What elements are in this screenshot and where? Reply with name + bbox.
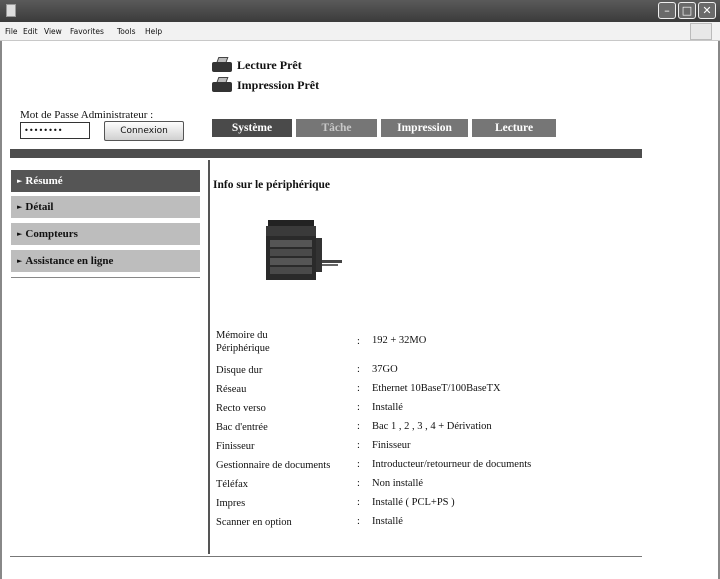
close-button[interactable]: ✕ <box>698 2 716 19</box>
info-colon: : <box>357 440 360 451</box>
info-value: Bac 1 , 2 , 3 , 4 + Dérivation <box>372 421 492 432</box>
maximize-button[interactable]: □ <box>678 2 696 19</box>
status-lecture: Lecture Prêt <box>212 56 302 74</box>
app-icon <box>6 4 16 17</box>
info-value: Non installé <box>372 478 424 489</box>
sidebar-item-label: Résumé <box>25 175 63 187</box>
menu-file[interactable]: File <box>5 27 18 36</box>
login-button[interactable]: Connexion <box>104 121 184 141</box>
info-value: Finisseur <box>372 440 411 451</box>
info-colon: : <box>357 336 360 347</box>
info-colon: : <box>357 383 360 394</box>
info-label: Impres <box>216 498 246 509</box>
sidebar-item-assistance[interactable]: ► Assistance en ligne <box>11 250 200 272</box>
sidebar-item-resume[interactable]: ► Résumé <box>11 170 200 192</box>
menu-help[interactable]: Help <box>145 27 162 36</box>
info-label: Scanner en option <box>216 517 292 528</box>
info-value: Ethernet 10BaseT/100BaseTX <box>372 383 501 394</box>
password-input[interactable]: •••••••• <box>20 122 90 139</box>
info-colon: : <box>357 478 360 489</box>
info-value: Installé ( PCL+PS ) <box>372 497 455 508</box>
printer-icon <box>212 77 232 93</box>
header-divider-bar <box>10 149 642 158</box>
menubar: File Edit View Favorites Tools Help <box>0 22 720 41</box>
info-colon: : <box>357 459 360 470</box>
arrow-right-icon: ► <box>17 230 23 238</box>
info-colon: : <box>357 402 360 413</box>
info-label: Recto verso <box>216 403 266 414</box>
menu-edit[interactable]: Edit <box>23 27 38 36</box>
status-impression-text: Impression Prêt <box>237 77 320 92</box>
status-impression: Impression Prêt <box>212 76 319 94</box>
arrow-right-icon: ► <box>17 257 23 265</box>
arrow-right-icon: ► <box>17 203 23 211</box>
sidebar-item-compteurs[interactable]: ► Compteurs <box>11 223 200 245</box>
info-label: Mémoire du Périphérique <box>216 330 270 354</box>
footer-divider <box>10 556 642 557</box>
info-colon: : <box>357 421 360 432</box>
sidebar-item-label: Assistance en ligne <box>25 255 114 267</box>
info-colon: : <box>357 364 360 375</box>
tab-impression[interactable]: Impression <box>381 119 468 137</box>
info-value: Installé <box>372 402 403 413</box>
window-titlebar: – □ ✕ <box>0 0 720 22</box>
arrow-right-icon: ► <box>17 177 23 185</box>
info-value: 192 + 32MO <box>372 335 427 346</box>
info-value: Introducteur/retourneur de documents <box>372 459 532 470</box>
scanner-icon <box>212 57 232 73</box>
sidebar-item-label: Détail <box>25 201 54 213</box>
copier-device-image <box>266 220 342 280</box>
info-label: Téléfax <box>216 479 249 490</box>
info-label: Disque dur <box>216 365 263 376</box>
info-label: Bac d'entrée <box>216 422 268 433</box>
sidebar-item-label: Compteurs <box>25 228 78 240</box>
page-title: Info sur le périphérique <box>213 179 331 191</box>
info-label: Réseau <box>216 384 247 395</box>
minimize-button[interactable]: – <box>658 2 676 19</box>
menu-tools[interactable]: Tools <box>117 27 135 36</box>
tab-tache[interactable]: Tâche <box>296 119 377 137</box>
status-lecture-text: Lecture Prêt <box>237 57 302 72</box>
info-colon: : <box>357 497 360 508</box>
sidebar-divider <box>11 277 200 278</box>
tab-systeme[interactable]: Système <box>212 119 292 137</box>
browser-logo-icon <box>690 23 712 40</box>
info-label: Gestionnaire de documents <box>216 460 331 471</box>
info-colon: : <box>357 516 360 527</box>
tab-lecture[interactable]: Lecture <box>472 119 556 137</box>
info-value: 37GO <box>372 364 398 375</box>
content-divider <box>208 160 210 554</box>
menu-view[interactable]: View <box>44 27 62 36</box>
sidebar-item-detail[interactable]: ► Détail <box>11 196 200 218</box>
password-label: Mot de Passe Administrateur : <box>20 109 154 121</box>
menu-favorites[interactable]: Favorites <box>70 27 104 36</box>
info-value: Installé <box>372 516 403 527</box>
info-label: Finisseur <box>216 441 255 452</box>
